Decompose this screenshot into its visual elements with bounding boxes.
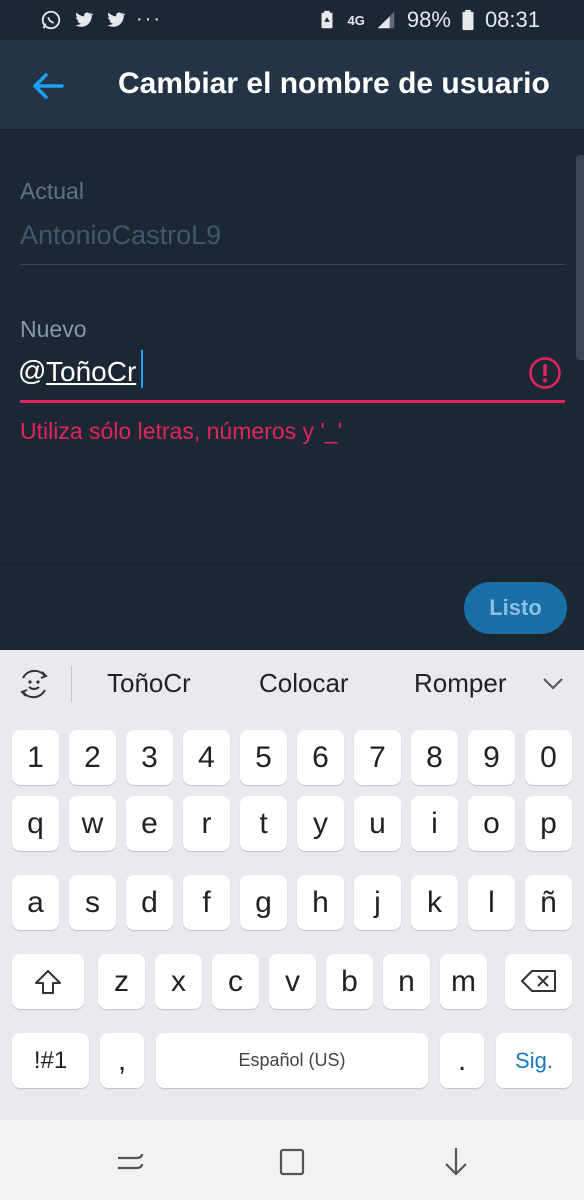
backspace-icon xyxy=(520,970,556,992)
backspace-key[interactable] xyxy=(505,954,572,1009)
key-q[interactable]: q xyxy=(12,796,59,851)
current-username-divider xyxy=(20,264,565,265)
symbols-key[interactable]: !#1 xyxy=(12,1033,89,1088)
emoji-toggle-icon[interactable] xyxy=(16,666,52,702)
back-icon[interactable] xyxy=(438,1144,474,1180)
key-i[interactable]: i xyxy=(411,796,458,851)
key-v[interactable]: v xyxy=(269,954,316,1009)
new-username-label: Nuevo xyxy=(20,316,87,342)
key-s[interactable]: s xyxy=(69,875,116,930)
key-t[interactable]: t xyxy=(240,796,287,851)
key-y[interactable]: y xyxy=(297,796,344,851)
key-x[interactable]: x xyxy=(155,954,202,1009)
key-e[interactable]: e xyxy=(126,796,173,851)
key-2[interactable]: 2 xyxy=(69,730,116,785)
status-bar: ··· 4G 98% 08:31 xyxy=(0,0,584,40)
new-username-underline xyxy=(20,400,565,403)
key-h[interactable]: h xyxy=(297,875,344,930)
toolbar-divider xyxy=(0,564,584,565)
key-6[interactable]: 6 xyxy=(297,730,344,785)
system-icons: 4G 98% 08:31 xyxy=(316,7,540,33)
suggestion-2[interactable]: Colocar xyxy=(259,668,349,699)
username-at-prefix: @ xyxy=(18,355,47,386)
key-f[interactable]: f xyxy=(183,875,230,930)
key-z[interactable]: z xyxy=(98,954,145,1009)
current-username-label: Actual xyxy=(20,178,84,204)
key-7[interactable]: 7 xyxy=(354,730,401,785)
clock: 08:31 xyxy=(484,7,540,32)
key-k[interactable]: k xyxy=(411,875,458,930)
keyboard: ToñoCr Colocar Romper 1 2 3 4 5 6 7 8 9 … xyxy=(0,650,584,1120)
key-4[interactable]: 4 xyxy=(183,730,230,785)
page-title: Cambiar el nombre de usuario xyxy=(118,67,550,100)
app-bar: Cambiar el nombre de usuario xyxy=(0,40,584,130)
battery-saver-icon xyxy=(321,10,333,29)
twitter-icon xyxy=(75,11,94,27)
new-username-input[interactable] xyxy=(46,352,516,392)
chevron-down-icon[interactable] xyxy=(540,670,566,696)
key-w[interactable]: w xyxy=(69,796,116,851)
done-button[interactable]: Listo xyxy=(464,582,567,634)
suggestion-3[interactable]: Romper xyxy=(414,668,506,699)
key-3[interactable]: 3 xyxy=(126,730,173,785)
scrollbar[interactable] xyxy=(576,155,584,360)
key-g[interactable]: g xyxy=(240,875,287,930)
shift-icon xyxy=(35,970,61,994)
key-n[interactable]: n xyxy=(383,954,430,1009)
current-username-value: AntonioCastroL9 xyxy=(20,220,222,250)
battery-percent: 98% xyxy=(406,7,451,32)
twitter-icon xyxy=(107,11,126,27)
key-c[interactable]: c xyxy=(212,954,259,1009)
home-icon[interactable] xyxy=(274,1144,310,1180)
key-8[interactable]: 8 xyxy=(411,730,458,785)
signal-icon xyxy=(377,11,395,29)
notification-icons: ··· xyxy=(40,8,162,31)
nav-bar xyxy=(0,1120,584,1200)
whatsapp-icon xyxy=(41,10,61,29)
more-notifications-icon: ··· xyxy=(136,8,162,30)
key-0[interactable]: 0 xyxy=(525,730,572,785)
suggestion-1[interactable]: ToñoCr xyxy=(107,668,191,699)
space-key[interactable]: Español (US) xyxy=(156,1033,428,1088)
battery-icon xyxy=(462,9,474,31)
recent-apps-icon[interactable] xyxy=(112,1144,148,1180)
text-cursor xyxy=(141,350,143,388)
comma-key[interactable]: , xyxy=(100,1033,144,1088)
period-key[interactable]: . xyxy=(440,1033,484,1088)
key-j[interactable]: j xyxy=(354,875,401,930)
key-5[interactable]: 5 xyxy=(240,730,287,785)
shift-key[interactable] xyxy=(12,954,84,1009)
key-l[interactable]: l xyxy=(468,875,515,930)
validation-error-text: Utiliza sólo letras, números y '_' xyxy=(20,418,342,444)
key-r[interactable]: r xyxy=(183,796,230,851)
key-9[interactable]: 9 xyxy=(468,730,515,785)
key-p[interactable]: p xyxy=(525,796,572,851)
key-m[interactable]: m xyxy=(440,954,487,1009)
back-arrow-icon[interactable] xyxy=(28,66,68,106)
next-key[interactable]: Sig. xyxy=(496,1033,572,1088)
key-1[interactable]: 1 xyxy=(12,730,59,785)
suggestion-separator xyxy=(71,666,72,702)
suggestion-bar: ToñoCr Colocar Romper xyxy=(0,650,584,718)
key-b[interactable]: b xyxy=(326,954,373,1009)
key-o[interactable]: o xyxy=(468,796,515,851)
key-a[interactable]: a xyxy=(12,875,59,930)
network-type: 4G xyxy=(347,12,365,28)
key-d[interactable]: d xyxy=(126,875,173,930)
key-u[interactable]: u xyxy=(354,796,401,851)
error-icon xyxy=(529,357,561,389)
key-n-tilde[interactable]: ñ xyxy=(525,875,572,930)
